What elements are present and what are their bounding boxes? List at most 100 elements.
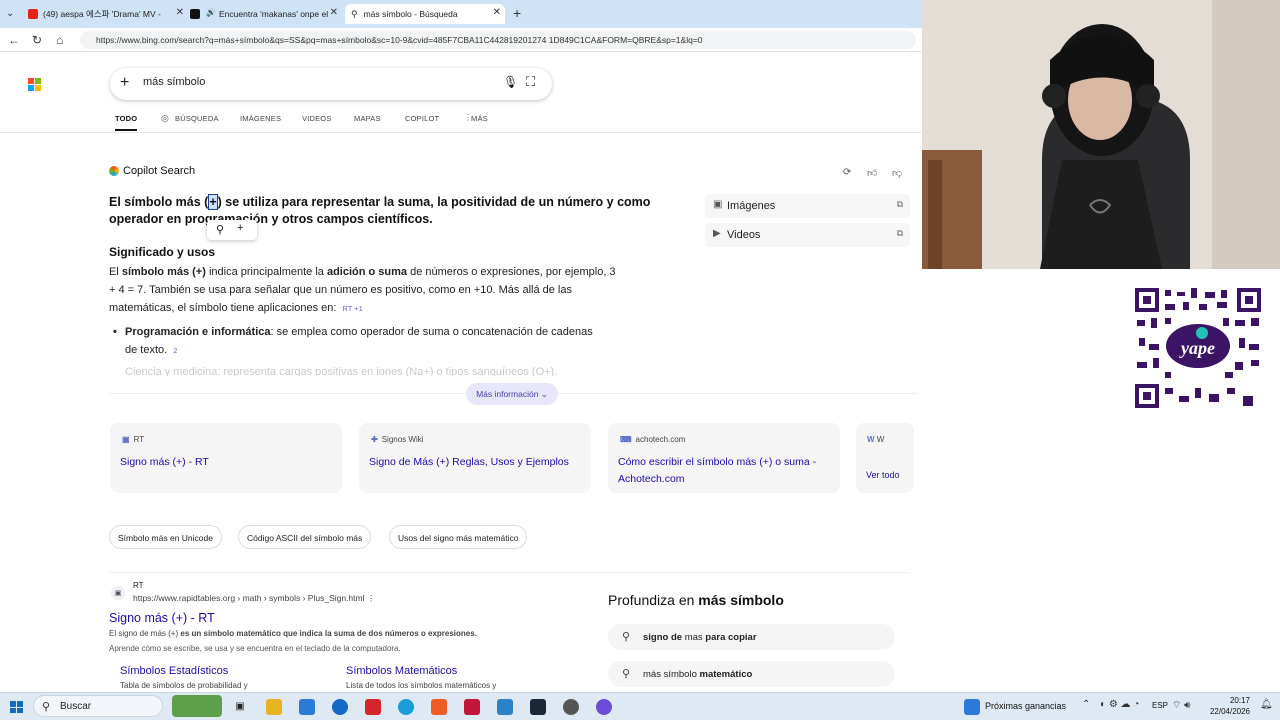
weather-icon[interactable]	[964, 699, 980, 715]
obs-icon[interactable]	[563, 699, 579, 715]
see-all-link[interactable]: Ver todo	[866, 470, 900, 480]
card-source: achotech.com	[635, 435, 686, 444]
search-input[interactable]	[143, 76, 483, 88]
chevron-down-icon: ⌄	[540, 389, 548, 399]
citation-badge[interactable]: RT +1	[342, 300, 362, 318]
edge-active-icon[interactable]	[398, 699, 414, 715]
brave-icon[interactable]	[431, 699, 447, 715]
microphone-icon[interactable]: 🎙	[503, 75, 518, 89]
taskbar-search-text: Buscar	[60, 701, 92, 712]
source-card[interactable]: ⌨ achotech.com Cómo escribir el símbolo m…	[608, 423, 840, 493]
thumbs-up-icon[interactable]: 👍︎	[867, 167, 877, 179]
clock[interactable]: 20:17 22/04/2026	[1200, 695, 1250, 717]
home-icon[interactable]: ⌂	[56, 33, 63, 47]
microsoft-logo-icon[interactable]	[28, 78, 41, 91]
weather-label[interactable]: Próximas ganancias	[985, 701, 1066, 711]
add-icon[interactable]: +	[237, 222, 243, 234]
new-tab-button[interactable]: +	[513, 5, 521, 21]
card-title[interactable]: Signo de Más (+) Reglas, Usos y Ejemplos	[369, 454, 584, 471]
more-options-icon[interactable]: ⋮	[367, 593, 376, 603]
source-card[interactable]: ✚ Signos Wiki Signo de Más (+) Reglas, Us…	[359, 423, 591, 493]
reload-icon[interactable]: ↻	[32, 33, 42, 47]
discord-icon[interactable]	[596, 699, 612, 715]
pen-app-icon[interactable]	[497, 699, 513, 715]
file-explorer-icon[interactable]	[266, 699, 282, 715]
close-tab-icon[interactable]: ✕	[330, 7, 338, 18]
tab-tiktok-label: Encuentra 'makanas' onpe el	[219, 9, 329, 19]
result-snippet: El signo de más (+) es un símbolo matemá…	[109, 629, 579, 638]
language-indicator[interactable]: ESP	[1152, 701, 1168, 710]
network-volume-icon[interactable]: ⌔ 🔊︎	[1172, 699, 1190, 712]
search-icon: ⚲	[622, 631, 631, 643]
notification-icon[interactable]: 🔔︎	[1260, 699, 1273, 710]
video-icon: ▶	[713, 228, 721, 239]
side-videos-box[interactable]: ▶ Videos ⧉	[705, 223, 910, 247]
search-icon[interactable]: ⚲	[216, 223, 224, 236]
steam-icon[interactable]	[530, 699, 546, 715]
para-text: indica principalmente la	[205, 266, 327, 278]
related-search-item[interactable]: ⚲ signo de mas para copiar	[608, 624, 895, 650]
tray-icons[interactable]: ◐ ⚙ ☁ ◔	[1100, 699, 1139, 710]
edge-icon[interactable]	[332, 699, 348, 715]
related-chip[interactable]: Símbolo más en Unicode	[109, 525, 222, 549]
result-site-name: RT	[133, 581, 144, 590]
related-search-item[interactable]: ⚲ más símbolo matemático	[608, 661, 895, 687]
site-icon: ▣	[122, 435, 130, 444]
related-bold: para copiar	[705, 632, 757, 643]
source-card[interactable]: ▣ RT Signo más (+) - RT	[110, 423, 342, 493]
section-title: Significado y usos	[109, 245, 216, 259]
tab-copilot[interactable]: COPILOT	[405, 114, 439, 123]
sublink[interactable]: Símbolos Estadísticos	[120, 665, 228, 677]
card-title[interactable]: Signo más (+) - RT	[120, 454, 335, 471]
tab-mas[interactable]: MÁS	[471, 114, 488, 123]
site-icon: W	[867, 435, 875, 444]
image-icon: ▣	[713, 199, 723, 210]
url-field[interactable]: https://www.bing.com/search?q=más+símbol…	[80, 31, 916, 49]
bing-results-page: + 🎙 ⛶ TODO ◎ BÚSQUEDA IMÁGENES VIDEOS MA…	[0, 52, 922, 692]
yape-qr-code: yape	[1135, 288, 1261, 408]
app-icon[interactable]	[464, 699, 480, 715]
related-chip[interactable]: Código ASCII del símbolo más	[238, 525, 372, 549]
thumbs-down-icon[interactable]: 👎︎	[892, 167, 902, 179]
search-highlight-image[interactable]	[172, 695, 222, 717]
close-tab-icon[interactable]: ✕	[493, 7, 501, 18]
more-info-button[interactable]: Más información ⌄	[466, 383, 558, 405]
tab-imagenes[interactable]: IMÁGENES	[240, 114, 281, 123]
tab-videos[interactable]: VIDEOS	[302, 114, 332, 123]
sublink[interactable]: Símbolos Matemáticos	[346, 665, 457, 677]
tab-list-chevron-icon[interactable]: ⌄	[6, 8, 14, 19]
result-url-text: https://www.rapidtables.org › math › sym…	[133, 593, 365, 603]
taskbar-search[interactable]: ⚲ Buscar	[33, 695, 163, 717]
related-chip[interactable]: Usos del signo más matemático	[389, 525, 528, 549]
tab-busqueda[interactable]: BÚSQUEDA	[175, 114, 219, 123]
tab-tiktok[interactable]: 🔊 Encuentra 'makanas' onpe el ✕	[190, 4, 342, 24]
side-images-box[interactable]: ▣ Imágenes ⧉	[705, 194, 910, 218]
open-external-icon[interactable]: ⧉	[897, 228, 903, 239]
plus-icon[interactable]: +	[120, 74, 129, 92]
chevron-up-icon[interactable]: ⌃	[1082, 699, 1090, 710]
youtube-icon	[28, 9, 38, 19]
close-tab-icon[interactable]: ✕	[176, 7, 184, 18]
card-title[interactable]: Cómo escribir el símbolo más (+) o suma …	[618, 454, 833, 488]
faded-bullet: Ciencia y medicina: representa cargas po…	[125, 366, 558, 376]
tab-mapas[interactable]: MAPAS	[354, 114, 381, 123]
windows-start-icon[interactable]	[10, 701, 23, 713]
citation-badge[interactable]: 2	[173, 342, 177, 360]
tab-todo[interactable]: TODO	[115, 114, 138, 131]
store-icon[interactable]	[299, 699, 315, 715]
youtube-app-icon[interactable]	[365, 699, 381, 715]
open-external-icon[interactable]: ⧉	[897, 199, 903, 210]
sublink-desc: Tabla de símbolos de probabilidad y	[120, 681, 248, 690]
result-title-link[interactable]: Signo más (+) - RT	[109, 611, 215, 625]
back-icon[interactable]: ←	[8, 33, 20, 47]
copilot-search-header: Copilot Search	[109, 165, 195, 177]
task-view-icon[interactable]: ▣	[232, 699, 248, 715]
result-url[interactable]: https://www.rapidtables.org › math › sym…	[133, 593, 375, 604]
see-all-card[interactable]: W W Ver todo	[856, 423, 914, 493]
divider	[109, 572, 909, 573]
tab-bing-search[interactable]: ⚲ más símbolo - Búsqueda ✕	[345, 4, 505, 24]
tab-youtube[interactable]: (49) aespa 에스파 'Drama' MV - ✕	[28, 4, 188, 24]
share-icon[interactable]: ⟳	[843, 167, 851, 178]
tab-bing-label: más símbolo - Búsqueda	[363, 9, 458, 19]
visual-search-icon[interactable]: ⛶	[526, 74, 535, 90]
